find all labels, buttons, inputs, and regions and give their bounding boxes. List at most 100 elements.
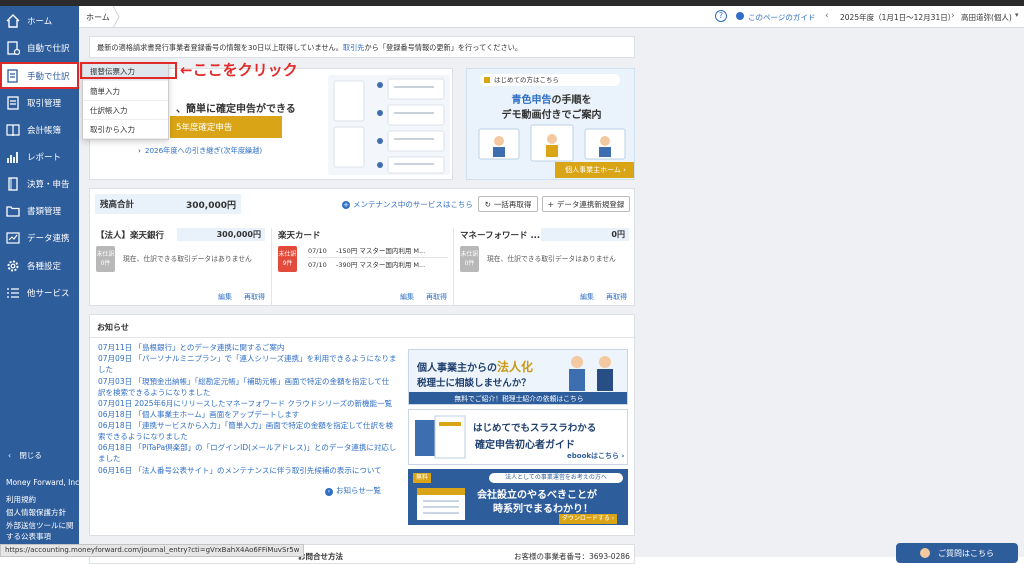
edit-link[interactable]: 編集 [400,292,414,302]
unjournaled-badge[interactable]: 未仕訳 0件 [96,246,115,272]
help-icon[interactable]: ? [715,10,727,22]
unjournaled-badge[interactable]: 未仕訳 0件 [460,246,479,272]
edit-link[interactable]: 編集 [218,292,232,302]
sidebar-item-other-services[interactable]: 他サービス [0,279,79,306]
sidebar-item-label: レポート [27,152,62,163]
account-name[interactable]: 【法人】楽天銀行 [96,229,164,241]
news-item[interactable]: 06月18日 「個人事業主ホーム」画面をアップデートします [98,409,299,420]
privacy-link[interactable]: 個人情報保護方針 [6,507,66,518]
sidebar-item-label: 手動で仕訳 [27,71,70,82]
notice-text: 最新の適格請求書発行事業者登録番号の情報を30日以上取得していません。 [97,43,343,52]
news-item[interactable]: 訳を検索できるようになりました [98,387,210,398]
tax-headline: 、簡単に確定申告ができる [176,104,296,115]
fetch-all-button[interactable]: ↻ 一括再取得 [478,196,538,212]
next-year-icon[interactable]: › [951,11,955,21]
transaction-row[interactable]: 07/10 -150円 マスター国内利用 M... [308,245,448,258]
account-panel: マネーフォワード ... 0円 未仕訳 0件 現在、仕訳できる取引データはありませ… [454,228,634,306]
news-item[interactable]: 07月01日 2025年6月にリリースしたマネーフォワード クラウドシリーズの新… [98,398,392,409]
transaction-row[interactable]: 07/10 -390円 マスター国内利用 M... [308,259,448,272]
settlement-icon [5,176,21,192]
ledger-icon [5,122,21,138]
fiscal-year: 2025年度（1月1日〜12月31日） [840,13,956,22]
news-item[interactable]: 06月18日 「PiTaPa倶楽部」の「ログインID(メールアドレス)」とのデー… [98,442,396,453]
sidebar-item-label: 他サービス [27,288,70,299]
breadcrumb-separator-icon [112,6,120,28]
user-menu[interactable]: 高田道弥(個人) [961,12,1012,23]
sidebar-item-transactions[interactable]: 取引管理 [0,89,79,116]
individual-home-button[interactable]: 個人事業主ホーム › [555,162,634,178]
gear-icon [5,258,21,274]
plus-circle-icon: + [342,201,350,209]
tax-return-button[interactable]: 5年度確定申告 [170,116,282,138]
news-item[interactable]: 06月18日 「連携サービスから入力」「簡単入力」画面で特定の金額を指定して仕訳… [98,420,393,431]
notice-link[interactable]: 取引先 [343,43,365,52]
news-divider [90,337,636,338]
news-item[interactable]: 07月11日 「島根銀行」とのデータ連携に関するご案内 [98,342,284,353]
data-link-icon [5,230,21,246]
help-chat-button[interactable]: ご質問はこちら [896,543,1018,563]
account-name[interactable]: 楽天カード [278,229,321,241]
news-item[interactable]: した [98,364,113,375]
promo-line1: 青色申告の手順を [511,95,592,106]
news-item[interactable]: 07月09日 「パーソナルミニプラン」で「連人シリーズ連携」を利用できるようにな… [98,353,396,364]
promo-illustration [478,124,626,162]
menu-item-journal-book[interactable]: 仕訳帳入力 [83,102,168,120]
sidebar-item-label: 決算・申告 [27,179,70,190]
chevron-left-icon: ‹ [8,451,14,460]
sidebar-item-settlement[interactable]: 決算・申告 [0,170,79,197]
news-item[interactable]: 06月16日 「法人番号公表サイト」のメンテナンスに伴う取引先候補の表示について [98,465,382,476]
external-tools-link-cont[interactable]: する公表事項 [6,531,51,542]
blue-return-promo[interactable]: はじめての方はこちら 青色申告の手順を デモ動画付きでご案内 個人事業主ホーム … [466,68,635,180]
account-amount: 300,000円 [177,228,265,241]
incorporation-banner[interactable]: 個人事業主からの法人化 税理士に相談しませんか？ 無料でご紹介！税理士紹介の依頼… [408,349,628,405]
tax-return-illustration [328,75,450,175]
sidebar-item-label: 自動で仕訳 [27,43,70,54]
news-more-link[interactable]: › お知らせ一覧 [325,485,381,496]
sidebar-item-label: ホーム [27,16,53,27]
sidebar-item-ledger[interactable]: 会計帳簿 [0,116,79,143]
edit-link[interactable]: 編集 [580,292,594,302]
balance-total-value: 300,000円 [186,200,236,211]
carryover-link[interactable]: › 2026年度への引き継ぎ(次年度繰越) [138,146,262,156]
refresh-icon: ↻ [484,199,491,209]
page-guide-link[interactable]: このページのガイド [748,12,815,23]
unjournaled-badge[interactable]: 未仕訳 9件 [278,246,297,272]
sidebar-item-label: 会計帳簿 [27,125,62,136]
highlight-box [80,62,177,79]
menu-item-from-transaction[interactable]: 取引から入力 [83,121,168,139]
sidebar-item-auto-journal[interactable]: 自動で仕訳 [0,34,79,61]
news-item[interactable]: ました [98,453,121,464]
refetch-link[interactable]: 再取得 [426,292,447,302]
refetch-link[interactable]: 再取得 [606,292,627,302]
sidebar-item-report[interactable]: レポート [0,143,79,170]
sidebar-item-data-link[interactable]: データ連携 [0,224,79,251]
terms-link[interactable]: 利用規約 [6,494,36,505]
sidebar-item-label: 取引管理 [27,98,62,109]
account-panel: 【法人】楽天銀行 300,000円 未仕訳 0件 現在、仕訳できる取引データはあり… [90,228,272,306]
advisor-illustration [569,356,613,391]
beginner-guide-banner[interactable]: はじめてでもスラスラわかる 確定申告初心者ガイド ebookはこちら › [408,409,628,465]
no-data-message: 現在、仕訳できる取引データはありません [487,255,616,263]
news-title: お知らせ [97,323,129,332]
promo-line2: デモ動画付きでご案内 [501,110,602,121]
sidebar-item-manual-journal[interactable]: 手動で仕訳 [0,62,79,89]
maintenance-link[interactable]: + メンテナンス中のサービスはこちら [342,199,473,210]
new-data-link-button[interactable]: + データ連携新規登録 [542,196,630,212]
news-item[interactable]: 索できるようになりました [98,431,188,442]
prev-year-icon[interactable]: ‹ [825,11,829,21]
chevron-right-icon: › [325,488,333,496]
sidebar-item-documents[interactable]: 書類管理 [0,197,79,224]
company-setup-banner[interactable]: 無料 法人としての事業運営をお考えの方へ 会社設立のやるべきことが 時系列でまる… [408,469,628,525]
refetch-link[interactable]: 再取得 [244,292,265,302]
breadcrumb[interactable]: ホーム [86,12,110,23]
account-name[interactable]: マネーフォワード ... [460,229,540,241]
sidebar-item-home[interactable]: ホーム [0,7,79,34]
sidebar-close-button[interactable]: ‹ 閉じる [8,450,42,461]
home-icon [5,13,21,29]
notice-bar: 最新の適格請求書発行事業者登録番号の情報を30日以上取得していません。取引先から… [89,36,635,58]
external-tools-link[interactable]: 外部送信ツールに関 [6,520,74,531]
sidebar-item-settings[interactable]: 各種設定 [0,252,79,279]
menu-item-simple-entry[interactable]: 簡単入力 [83,83,168,101]
transaction-icon [5,95,21,111]
news-item[interactable]: 07月03日 「現預金出納帳」「総勘定元帳」「補助元帳」画面で特定の金額を指定し… [98,376,389,387]
